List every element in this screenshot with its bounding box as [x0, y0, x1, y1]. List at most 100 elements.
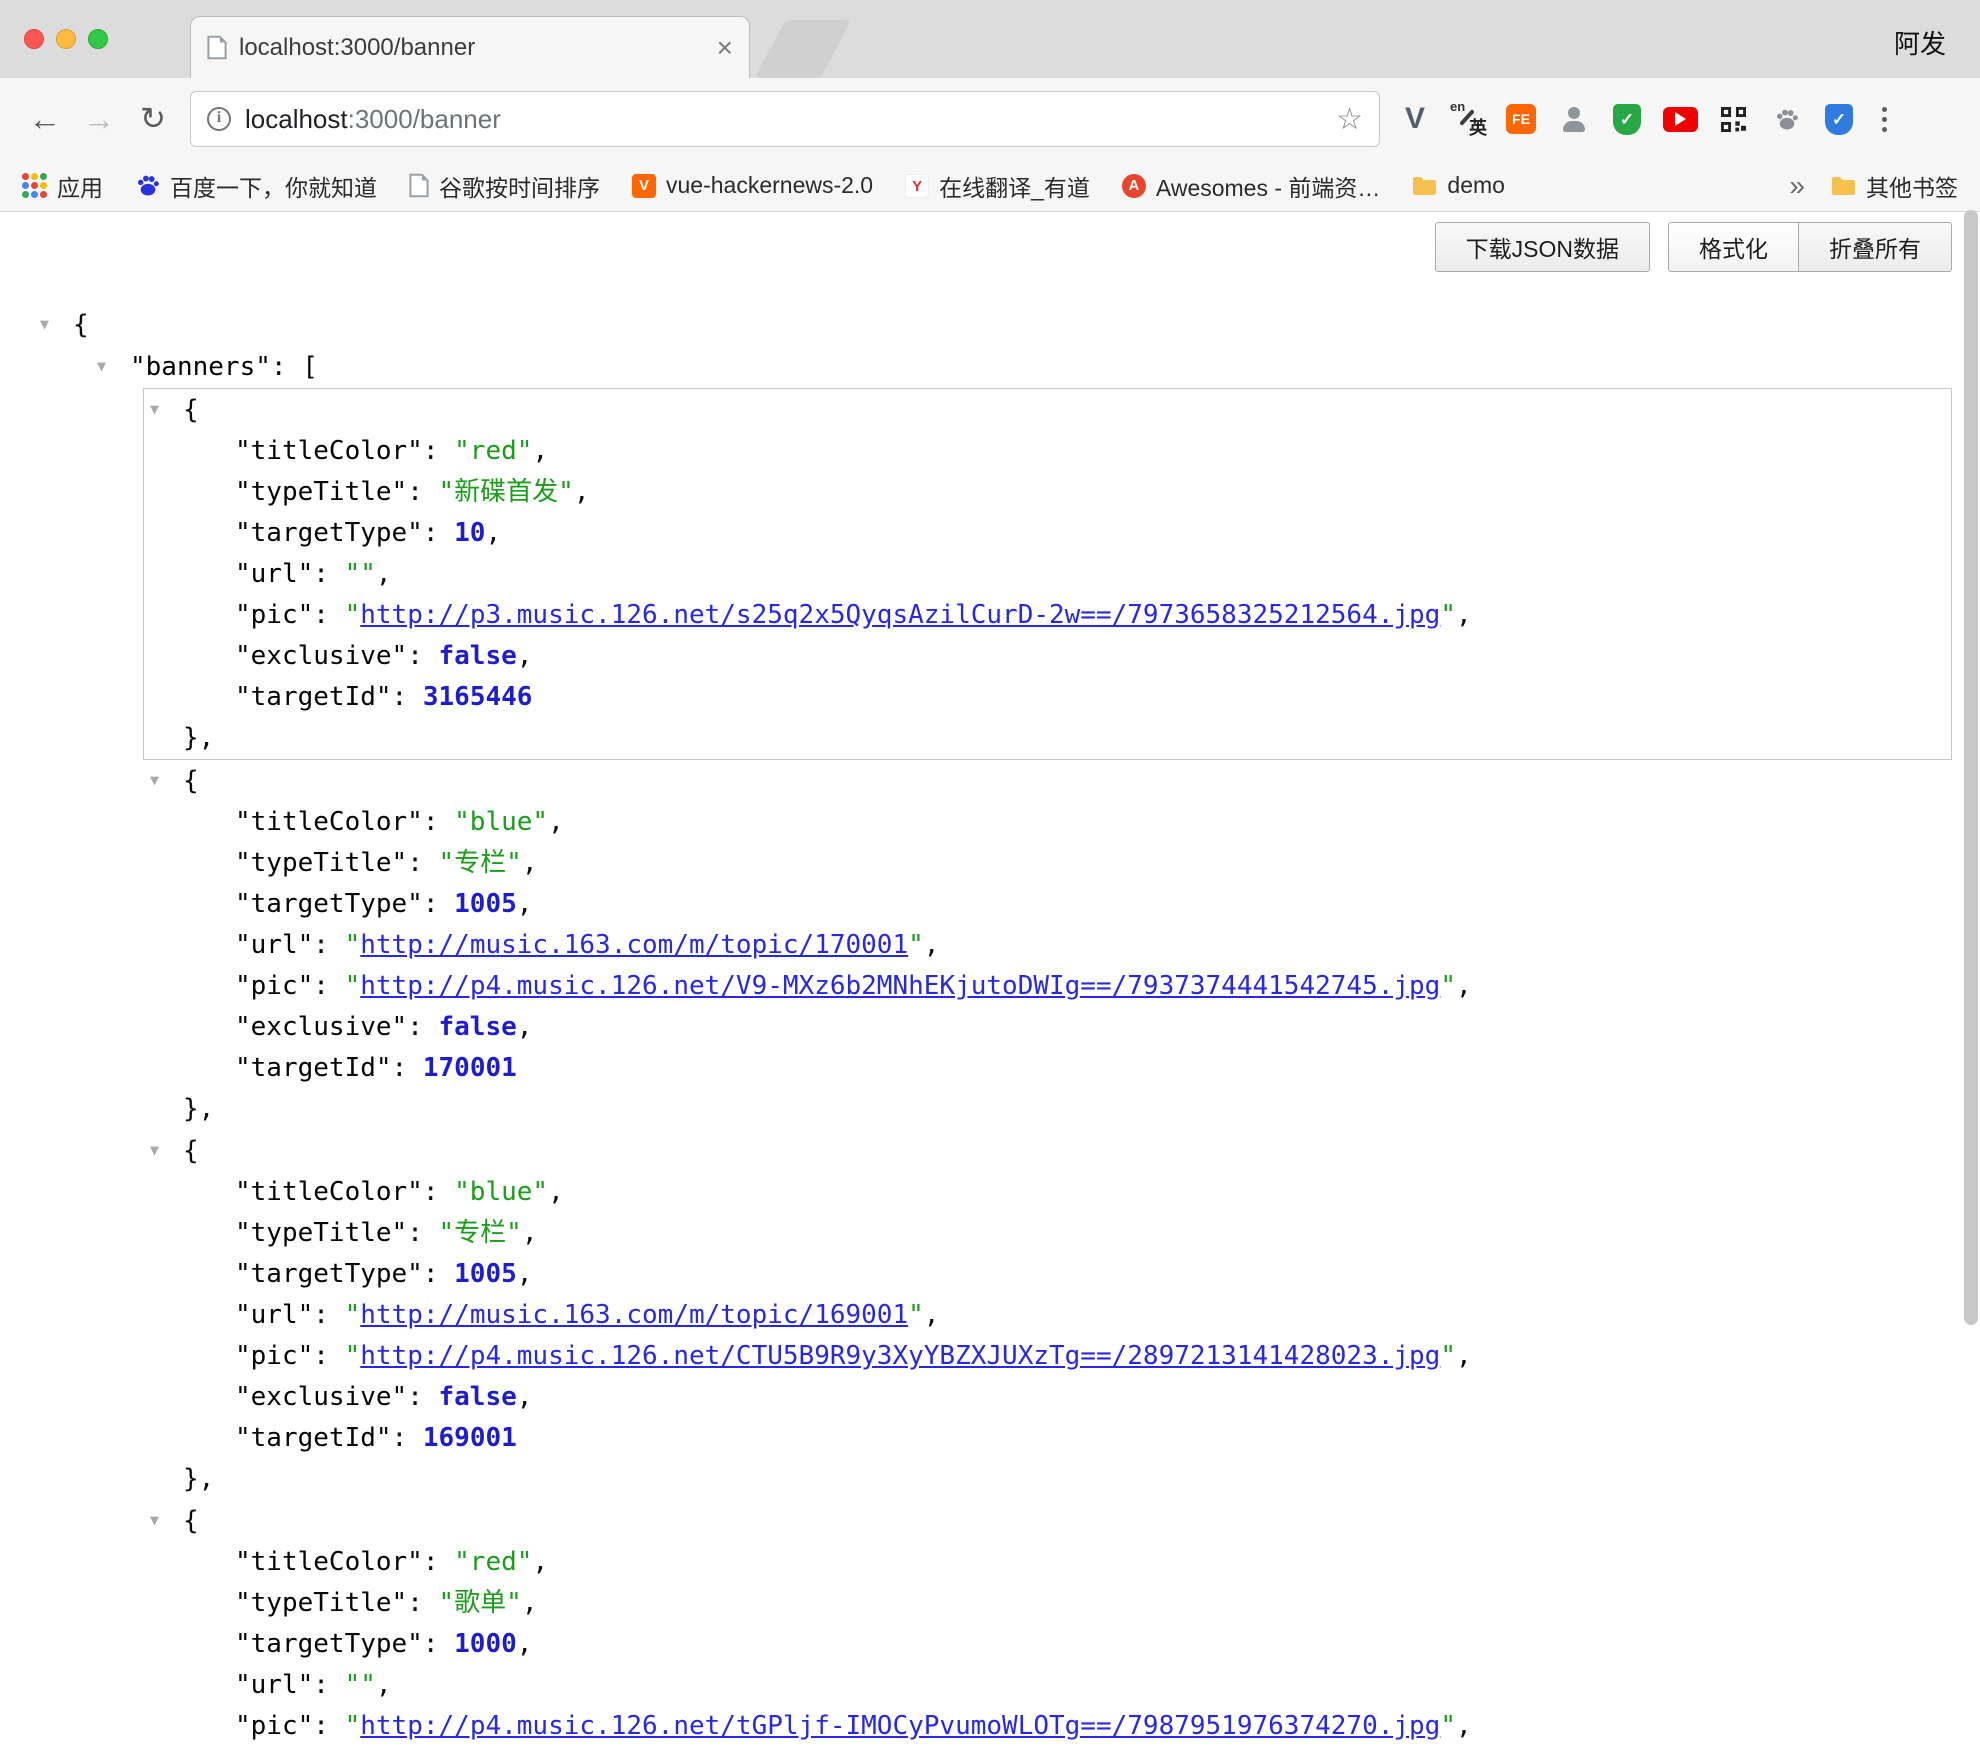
bookmark-item[interactable]: 百度一下，你就知道 — [135, 169, 377, 203]
person-icon[interactable] — [1555, 100, 1593, 138]
download-json-button[interactable]: 下载JSON数据 — [1435, 222, 1650, 272]
json-number-value: 1005 — [454, 1259, 517, 1289]
youdao-icon: Y — [905, 174, 929, 198]
json-key: "typeTitle" — [235, 848, 407, 878]
tab-title: localhost:3000/banner — [239, 34, 717, 62]
json-string-value: "" — [345, 1670, 376, 1700]
json-number-value: 3165446 — [423, 682, 533, 712]
json-line: }, — [0, 1089, 1980, 1130]
collapse-toggle-icon[interactable]: ▼ — [150, 389, 183, 430]
reload-icon[interactable]: ↻ — [126, 101, 180, 137]
json-line: "targetType": 1005, — [0, 884, 1980, 925]
json-string-value: "新碟首发" — [439, 477, 574, 507]
json-line: "titleColor": "blue", — [0, 802, 1980, 843]
json-object-highlight: ▼{"titleColor": "red","typeTitle": "新碟首发… — [143, 388, 1952, 760]
bookmark-item[interactable]: Vvue-hackernews-2.0 — [632, 172, 873, 199]
json-boolean-value: false — [439, 1752, 517, 1753]
json-quote: " — [345, 971, 361, 1001]
json-line: "pic": "http://p3.music.126.net/s25q2x5Q… — [144, 595, 1951, 636]
vimium-v-icon[interactable]: V — [1396, 100, 1434, 138]
json-line: "exclusive": false, — [144, 636, 1951, 677]
collapse-toggle-icon[interactable]: ▼ — [150, 1500, 183, 1541]
json-line: "exclusive": false, — [0, 1007, 1980, 1048]
json-key: "targetId" — [235, 1423, 392, 1453]
json-line: "targetId": 169001 — [0, 1418, 1980, 1459]
youtube-icon[interactable] — [1661, 100, 1699, 138]
json-key: "targetType" — [235, 1259, 423, 1289]
browser-toolbar: ← → ↻ localhost:3000/banner ☆ Ven英 FE ✓ ✓ — [0, 78, 1980, 160]
tab-close-icon[interactable]: × — [717, 34, 733, 62]
collapse-toggle-icon[interactable]: ▼ — [40, 304, 73, 345]
paw-icon[interactable] — [1767, 100, 1805, 138]
json-line: "pic": "http://p4.music.126.net/CTU5B9R9… — [0, 1336, 1980, 1377]
awesomes-icon: A — [1122, 174, 1146, 198]
json-line: "titleColor": "red", — [144, 431, 1951, 472]
browser-window: localhost:3000/banner × 阿发 ← → ↻ localho… — [0, 0, 1980, 1753]
json-boolean-value: false — [439, 1382, 517, 1412]
browser-tab[interactable]: localhost:3000/banner × — [190, 16, 750, 78]
bookmark-item[interactable]: 应用 — [22, 169, 103, 203]
json-key: "titleColor" — [235, 1547, 423, 1577]
json-number-value: 170001 — [423, 1053, 517, 1083]
collapse-toggle-icon[interactable]: ▼ — [150, 1130, 183, 1171]
shield-blue-icon[interactable]: ✓ — [1820, 100, 1858, 138]
bookmarks-overflow-icon[interactable]: » — [1789, 170, 1805, 202]
json-key: "url" — [235, 559, 313, 589]
other-bookmarks-button[interactable]: 其他书签 — [1831, 169, 1958, 203]
json-number-value: 1005 — [454, 889, 517, 919]
bookmark-item[interactable]: 谷歌按时间排序 — [409, 169, 600, 203]
json-line: "typeTitle": "专栏", — [0, 843, 1980, 884]
bookmarks-bar: 应用百度一下，你就知道 谷歌按时间排序 Vvue-hackernews-2.0 Y 在线… — [0, 160, 1980, 212]
bookmark-label: 在线翻译_有道 — [939, 169, 1090, 203]
qr-code-icon[interactable] — [1714, 100, 1752, 138]
json-link[interactable]: http://p3.music.126.net/s25q2x5QyqsAzilC… — [360, 600, 1440, 630]
back-icon[interactable]: ← — [18, 100, 72, 138]
json-key: "exclusive" — [235, 1382, 407, 1412]
close-window-button[interactable] — [24, 29, 44, 49]
json-string-value: "red" — [454, 436, 532, 466]
collapse-toggle-icon[interactable]: ▼ — [150, 760, 183, 801]
json-line: "typeTitle": "歌单", — [0, 1583, 1980, 1624]
menu-icon[interactable] — [1872, 107, 1897, 132]
json-quote: " — [908, 930, 924, 960]
json-link[interactable]: http://p4.music.126.net/V9-MXz6b2MNhEKju… — [360, 971, 1440, 1001]
info-icon[interactable] — [207, 107, 231, 131]
new-tab-button[interactable] — [755, 20, 852, 78]
profile-name[interactable]: 阿发 — [1894, 24, 1946, 61]
json-key: "pic" — [235, 1341, 313, 1371]
fe-icon[interactable]: FE — [1502, 100, 1540, 138]
json-string-value: "blue" — [454, 1177, 548, 1207]
bookmark-star-icon[interactable]: ☆ — [1336, 102, 1363, 137]
json-quote: " — [1440, 1711, 1456, 1741]
json-quote: " — [345, 1341, 361, 1371]
json-key: "titleColor" — [235, 1177, 423, 1207]
json-line: "titleColor": "blue", — [0, 1172, 1980, 1213]
scrollbar-thumb[interactable] — [1964, 210, 1978, 1325]
bookmark-label: demo — [1447, 172, 1505, 199]
json-link[interactable]: http://music.163.com/m/topic/169001 — [360, 1300, 908, 1330]
json-link[interactable]: http://p4.music.126.net/CTU5B9R9y3XyYBZX… — [360, 1341, 1440, 1371]
json-line: "targetId": 170001 — [0, 1048, 1980, 1089]
json-link[interactable]: http://p4.music.126.net/tGPljf-IMOCyPvum… — [360, 1711, 1440, 1741]
minimize-window-button[interactable] — [56, 29, 76, 49]
json-line: "url": "", — [144, 554, 1951, 595]
bookmark-label: 谷歌按时间排序 — [439, 169, 600, 203]
forward-icon[interactable]: → — [72, 100, 126, 138]
format-button[interactable]: 格式化 — [1668, 222, 1799, 272]
collapse-all-button[interactable]: 折叠所有 — [1798, 222, 1952, 272]
shield-green-icon[interactable]: ✓ — [1608, 100, 1646, 138]
bookmark-item[interactable]: AAwesomes - 前端资… — [1122, 169, 1381, 203]
json-link[interactable]: http://music.163.com/m/topic/170001 — [360, 930, 908, 960]
json-key: "targetType" — [235, 518, 423, 548]
collapse-toggle-icon[interactable]: ▼ — [97, 346, 130, 387]
json-line: ▼{ — [0, 1130, 1980, 1172]
json-line: "targetType": 1005, — [0, 1254, 1980, 1295]
json-line: "typeTitle": "专栏", — [0, 1213, 1980, 1254]
bookmark-item[interactable]: Y 在线翻译_有道 — [905, 169, 1090, 203]
address-bar[interactable]: localhost:3000/banner ☆ — [190, 91, 1380, 147]
json-string-value: "blue" — [454, 807, 548, 837]
bookmark-item[interactable]: demo — [1412, 172, 1505, 199]
folder-icon — [1831, 176, 1856, 196]
translate-icon[interactable]: en英 — [1449, 100, 1487, 138]
zoom-window-button[interactable] — [88, 29, 108, 49]
